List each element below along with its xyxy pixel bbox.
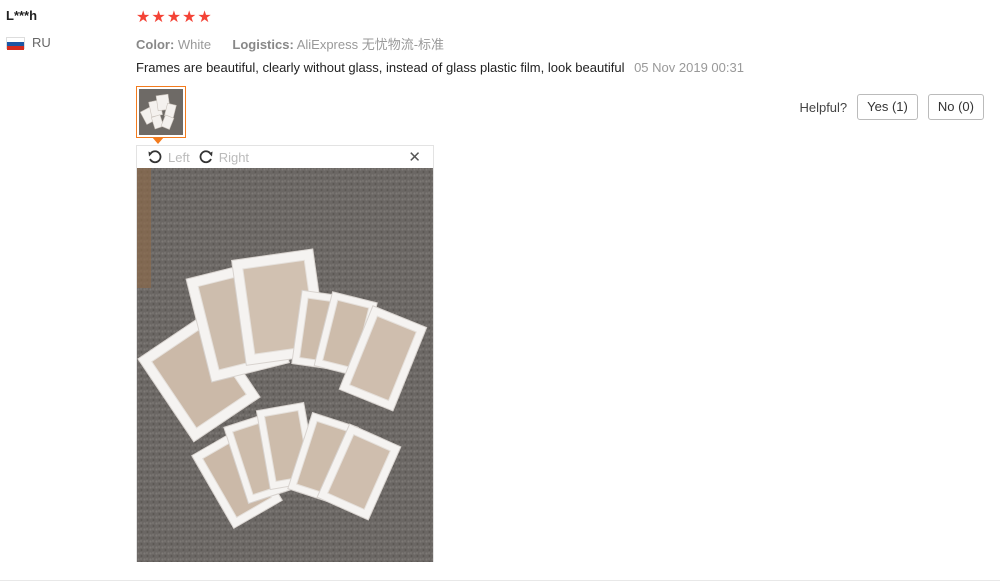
order-attributes: Color: White Logistics: AliExpress 无忧物流-…: [136, 34, 444, 53]
star-rating: ★ ★ ★ ★ ★: [136, 9, 212, 27]
review-photo: [137, 168, 433, 562]
rotate-left-icon: [148, 150, 162, 164]
logistics-value: AliExpress 无忧物流-标准: [296, 37, 445, 52]
rotate-left-label: Left: [168, 149, 190, 165]
logistics-key: Logistics:: [232, 37, 294, 52]
review-text: Frames are beautiful, clearly without gl…: [136, 60, 625, 75]
color-value: White: [177, 37, 212, 52]
close-icon[interactable]: ✕: [408, 148, 421, 166]
thumbnail-pointer: [152, 137, 164, 144]
rotate-right-label: Right: [218, 149, 250, 165]
color-key: Color:: [136, 37, 175, 52]
review-divider: [0, 580, 1000, 581]
review-date: 05 Nov 2019 00:31: [634, 60, 744, 75]
reviewer-country: RU: [6, 35, 51, 50]
star-icon: ★: [136, 9, 151, 26]
rotate-right-button[interactable]: Right: [198, 149, 249, 165]
country-code: RU: [32, 35, 51, 50]
rotate-right-icon: [199, 150, 213, 164]
rotate-left-button[interactable]: Left: [147, 149, 190, 165]
helpful-label: Helpful?: [799, 99, 848, 115]
helpful-no-button[interactable]: No (0): [927, 94, 984, 120]
review-photo-thumbnail[interactable]: [136, 86, 186, 138]
helpful-vote: Helpful? Yes (1) No (0): [799, 94, 984, 120]
russia-flag-icon: [6, 36, 25, 50]
photo-viewer: Left Right ✕: [136, 145, 434, 562]
star-icon: ★: [197, 9, 212, 26]
review-body: Frames are beautiful, clearly without gl…: [136, 60, 744, 75]
helpful-yes-button[interactable]: Yes (1): [857, 94, 918, 120]
star-icon: ★: [151, 9, 166, 26]
star-icon: ★: [166, 9, 182, 26]
viewer-toolbar: Left Right ✕: [137, 146, 433, 168]
reviewer-name: L***h: [6, 8, 38, 23]
star-icon: ★: [182, 9, 197, 26]
